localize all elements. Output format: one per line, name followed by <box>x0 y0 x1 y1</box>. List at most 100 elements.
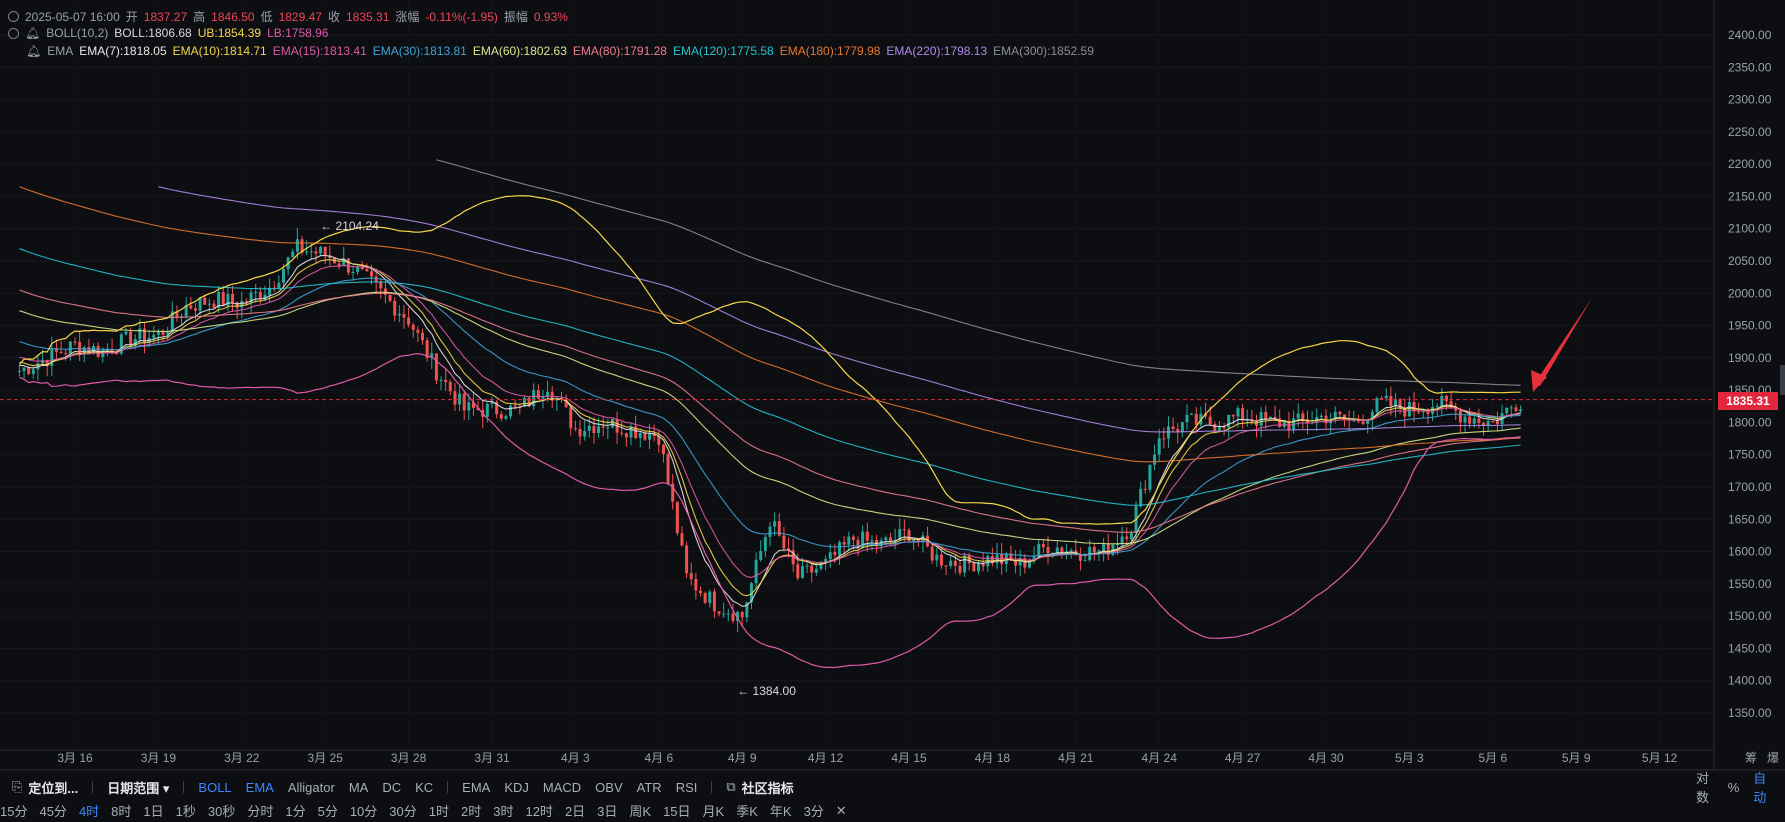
timeframe-13[interactable]: 2时 <box>461 801 481 820</box>
timeframe-4[interactable]: 1日 <box>143 801 163 820</box>
candle-body <box>977 563 980 572</box>
indicator-ema[interactable]: EMA <box>462 780 490 795</box>
indicator-alligator[interactable]: Alligator <box>288 780 335 795</box>
y-tick-label: 1400.00 <box>1728 674 1772 688</box>
timeframe-6[interactable]: 30秒 <box>208 801 235 820</box>
bell-icon[interactable]: 🔔︎ <box>26 44 41 58</box>
axis-button[interactable]: 爆 <box>1767 751 1779 765</box>
candle-body <box>73 341 77 343</box>
candle-body <box>458 393 462 405</box>
timeframe-14[interactable]: 3时 <box>493 801 513 820</box>
percent-scale-button[interactable]: % <box>1728 780 1740 795</box>
timeframe-0[interactable]: 15分 <box>0 801 27 820</box>
candle-body <box>1380 398 1384 400</box>
timeframe-19[interactable]: 15日 <box>663 801 690 820</box>
candle-body <box>1241 408 1245 421</box>
candle-body <box>675 501 679 534</box>
candle-body <box>838 542 841 556</box>
candle-body <box>68 341 72 354</box>
collapse-icon[interactable] <box>8 11 19 22</box>
candle-body <box>953 560 957 566</box>
date-range-button[interactable]: 日期范围 ▾ <box>107 778 169 797</box>
y-tick-label: 2050.00 <box>1728 254 1772 268</box>
timeframe-1[interactable]: 45分 <box>39 801 66 820</box>
timeframe-5[interactable]: 1秒 <box>176 801 196 820</box>
candle-body <box>712 591 716 612</box>
candle-body <box>291 251 295 258</box>
candle-body <box>1069 550 1073 552</box>
close-icon[interactable]: ✕ <box>836 803 847 819</box>
candle-body <box>374 276 378 282</box>
timeframe-9[interactable]: 5分 <box>318 801 338 820</box>
indicator-macd[interactable]: MACD <box>543 780 581 795</box>
x-tick-label: 5月 6 <box>1478 751 1507 765</box>
candle-body <box>59 351 63 354</box>
indicator-obv[interactable]: OBV <box>595 780 622 795</box>
collapse-icon[interactable] <box>8 27 19 39</box>
timeframe-11[interactable]: 30分 <box>389 801 416 820</box>
candle-body <box>643 432 647 440</box>
indicator-kdj[interactable]: KDJ <box>504 780 529 795</box>
timeframe-7[interactable]: 分时 <box>247 801 273 820</box>
indicator-atr[interactable]: ATR <box>637 780 662 795</box>
candle-body <box>1296 413 1300 419</box>
timeframe-8[interactable]: 1分 <box>285 801 305 820</box>
indicator-kc[interactable]: KC <box>415 780 433 795</box>
indicator-rsi[interactable]: RSI <box>676 780 698 795</box>
candle-body <box>1046 547 1050 554</box>
timeframe-3[interactable]: 8时 <box>111 801 131 820</box>
y-tick-label: 2250.00 <box>1728 125 1772 139</box>
candle-body <box>601 426 605 428</box>
candle-body <box>1505 407 1509 414</box>
candle-body <box>629 426 633 438</box>
indicator-toolbar: ⎘ 定位到... 日期范围 ▾ BOLL EMA Alligator MA DC KC E… <box>0 776 1785 798</box>
timeframe-23[interactable]: 3分 <box>804 801 824 820</box>
candle-body <box>1417 411 1421 413</box>
bell-icon[interactable]: 🔔︎ <box>25 26 40 40</box>
timeframe-21[interactable]: 季K <box>736 801 758 820</box>
candle-body <box>1143 488 1147 490</box>
candle-body <box>578 429 582 437</box>
candle-body <box>1157 438 1161 455</box>
indicator-ema[interactable]: EMA <box>246 780 274 795</box>
community-indicators-button[interactable]: 社区指标 <box>742 778 794 797</box>
y-tick-label: 1800.00 <box>1728 415 1772 429</box>
candle-body <box>536 390 540 399</box>
candle-body <box>782 535 786 549</box>
candle-body <box>356 266 360 272</box>
indicator-ma[interactable]: MA <box>349 780 369 795</box>
timeframe-10[interactable]: 10分 <box>350 801 377 820</box>
indicator-dc[interactable]: DC <box>382 780 401 795</box>
ema-legend-item: EMA(15):1813.41 <box>272 44 367 58</box>
candle-body <box>485 403 489 417</box>
scroll-handle[interactable] <box>1780 365 1785 395</box>
timeframe-12[interactable]: 1时 <box>429 801 449 820</box>
candle-body <box>1129 532 1133 540</box>
timeframe-16[interactable]: 2日 <box>565 801 585 820</box>
x-tick-label: 3月 16 <box>57 751 93 765</box>
change-value: -0.11%(-1.95) <box>425 9 498 24</box>
candle-body <box>731 613 735 621</box>
candle-body <box>944 565 948 567</box>
timeframe-17[interactable]: 3日 <box>597 801 617 820</box>
y-tick-label: 2350.00 <box>1728 60 1772 74</box>
candle-body <box>708 591 712 603</box>
candle-body <box>963 555 967 573</box>
indicator-boll[interactable]: BOLL <box>198 780 231 795</box>
timeframe-15[interactable]: 12时 <box>525 801 552 820</box>
timeframe-2[interactable]: 4时 <box>79 801 99 820</box>
candle-body <box>569 407 573 429</box>
boll-legend: 🔔︎ BOLL(10,2) BOLL:1806.68 UB:1854.39 LB… <box>8 26 328 40</box>
candle-body <box>842 542 846 545</box>
candle-body <box>1407 401 1411 417</box>
locate-icon[interactable]: ⎘ <box>12 779 22 795</box>
community-icon[interactable]: ⧉ <box>726 779 735 795</box>
timeframe-22[interactable]: 年K <box>770 801 792 820</box>
locate-button[interactable]: 定位到... <box>28 778 78 797</box>
timeframe-20[interactable]: 月K <box>703 801 725 820</box>
candle-body <box>504 416 508 419</box>
price-chart[interactable]: 2400.00 2350.00 2300.00 2250.00 2200.00 2150.… <box>0 0 1785 822</box>
x-tick-label: 4月 3 <box>561 751 590 765</box>
timeframe-18[interactable]: 周K <box>629 801 651 820</box>
axis-button[interactable]: 筹 <box>1745 751 1757 765</box>
